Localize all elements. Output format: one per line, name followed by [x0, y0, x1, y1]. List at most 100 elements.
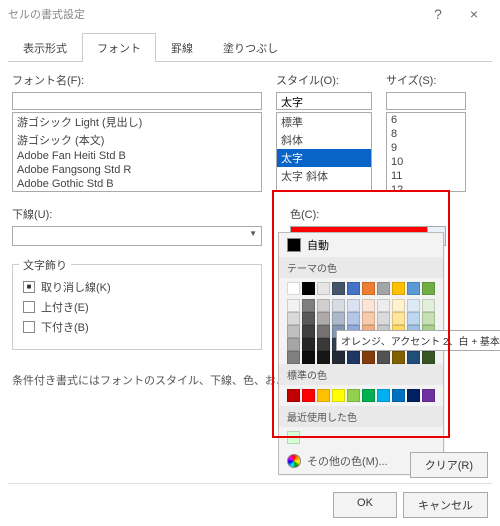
size-list[interactable]: 689101112	[386, 112, 466, 192]
color-swatch[interactable]	[422, 351, 435, 364]
color-swatch[interactable]	[362, 389, 375, 402]
color-swatch[interactable]	[302, 338, 315, 351]
color-swatch[interactable]	[302, 312, 315, 325]
list-item[interactable]: 斜体	[277, 131, 371, 149]
window-title: セルの書式設定	[8, 6, 420, 22]
clear-button[interactable]: クリア(R)	[410, 452, 488, 478]
color-swatch[interactable]	[332, 282, 345, 295]
color-swatch[interactable]	[302, 282, 315, 295]
auto-color-item[interactable]: 自動	[279, 233, 443, 257]
tab-3[interactable]: 塗りつぶし	[208, 33, 293, 62]
style-list[interactable]: 標準斜体太字太字 斜体	[276, 112, 372, 192]
color-swatch[interactable]	[392, 312, 405, 325]
strikethrough-checkbox[interactable]: 取り消し線(K)	[23, 279, 251, 295]
color-swatch[interactable]	[422, 282, 435, 295]
color-swatch[interactable]	[392, 351, 405, 364]
theme-colors-header: テーマの色	[279, 257, 443, 278]
list-item[interactable]: Adobe Fangsong Std R	[13, 163, 261, 177]
color-swatch[interactable]	[287, 312, 300, 325]
chevron-down-icon: ▼	[249, 229, 257, 238]
color-swatch[interactable]	[287, 299, 300, 312]
tab-1[interactable]: フォント	[82, 33, 156, 62]
color-swatch[interactable]	[317, 299, 330, 312]
color-swatch[interactable]	[392, 282, 405, 295]
list-item[interactable]: 游ゴシック (本文)	[13, 131, 261, 149]
color-swatch[interactable]	[317, 338, 330, 351]
color-swatch[interactable]	[317, 282, 330, 295]
underline-select[interactable]: ▼	[12, 226, 262, 246]
font-name-input[interactable]	[12, 92, 262, 110]
color-swatch[interactable]	[392, 389, 405, 402]
list-item[interactable]: 10	[387, 155, 465, 169]
list-item[interactable]: 9	[387, 141, 465, 155]
list-item[interactable]: 游ゴシック Light (見出し)	[13, 113, 261, 131]
color-swatch[interactable]	[332, 299, 345, 312]
color-swatch[interactable]	[407, 282, 420, 295]
color-swatch[interactable]	[362, 351, 375, 364]
color-swatch[interactable]	[332, 351, 345, 364]
list-item[interactable]: 標準	[277, 113, 371, 131]
color-swatch[interactable]	[287, 389, 300, 402]
color-swatch[interactable]	[407, 299, 420, 312]
color-swatch[interactable]	[362, 299, 375, 312]
color-swatch[interactable]	[287, 325, 300, 338]
subscript-checkbox[interactable]: 下付き(B)	[23, 319, 251, 335]
cancel-button[interactable]: キャンセル	[403, 492, 488, 518]
size-input[interactable]	[386, 92, 466, 110]
color-swatch[interactable]	[317, 351, 330, 364]
standard-colors-header: 標準の色	[279, 364, 443, 385]
superscript-checkbox[interactable]: 上付き(E)	[23, 299, 251, 315]
color-swatch[interactable]	[377, 299, 390, 312]
color-swatch[interactable]	[347, 389, 360, 402]
color-swatch[interactable]	[347, 312, 360, 325]
color-swatch[interactable]	[422, 389, 435, 402]
list-item[interactable]: 太字 斜体	[277, 167, 371, 185]
color-swatch[interactable]	[377, 389, 390, 402]
tab-0[interactable]: 表示形式	[8, 33, 82, 62]
list-item[interactable]: Adobe Fan Heiti Std B	[13, 149, 261, 163]
color-swatch[interactable]	[317, 312, 330, 325]
color-swatch[interactable]	[287, 431, 300, 444]
color-swatch[interactable]	[362, 312, 375, 325]
color-swatch[interactable]	[422, 299, 435, 312]
list-item[interactable]: 太字	[277, 149, 371, 167]
color-swatch[interactable]	[362, 282, 375, 295]
list-item[interactable]: 8	[387, 127, 465, 141]
color-swatch[interactable]	[347, 299, 360, 312]
ok-button[interactable]: OK	[333, 492, 397, 518]
color-swatch[interactable]	[407, 389, 420, 402]
list-item[interactable]: 11	[387, 169, 465, 183]
tab-2[interactable]: 罫線	[156, 33, 208, 62]
color-swatch[interactable]	[302, 299, 315, 312]
color-swatch[interactable]	[347, 282, 360, 295]
color-swatch[interactable]	[377, 351, 390, 364]
list-item[interactable]: Adobe Gothic Std B	[13, 177, 261, 191]
list-item[interactable]: 12	[387, 183, 465, 192]
color-swatch[interactable]	[347, 351, 360, 364]
style-input[interactable]: 太字	[276, 92, 372, 110]
color-swatch[interactable]	[317, 389, 330, 402]
list-item[interactable]: Adobe Heiti Std R	[13, 191, 261, 192]
color-swatch[interactable]	[287, 282, 300, 295]
strikethrough-label: 取り消し線(K)	[41, 279, 111, 295]
color-swatch[interactable]	[422, 312, 435, 325]
superscript-label: 上付き(E)	[41, 299, 89, 315]
color-swatch[interactable]	[317, 325, 330, 338]
color-swatch[interactable]	[287, 338, 300, 351]
color-swatch[interactable]	[302, 351, 315, 364]
color-swatch[interactable]	[302, 325, 315, 338]
color-swatch[interactable]	[332, 312, 345, 325]
color-swatch[interactable]	[407, 351, 420, 364]
color-swatch[interactable]	[377, 282, 390, 295]
color-swatch[interactable]	[377, 312, 390, 325]
color-swatch[interactable]	[392, 299, 405, 312]
color-swatch[interactable]	[302, 389, 315, 402]
close-button[interactable]: ×	[456, 6, 492, 22]
list-item[interactable]: 6	[387, 113, 465, 127]
color-swatch[interactable]	[407, 312, 420, 325]
font-name-list[interactable]: 游ゴシック Light (見出し)游ゴシック (本文)Adobe Fan Hei…	[12, 112, 262, 192]
color-swatch[interactable]	[287, 351, 300, 364]
color-wheel-icon	[287, 454, 301, 468]
help-button[interactable]: ?	[420, 6, 456, 22]
color-swatch[interactable]	[332, 389, 345, 402]
